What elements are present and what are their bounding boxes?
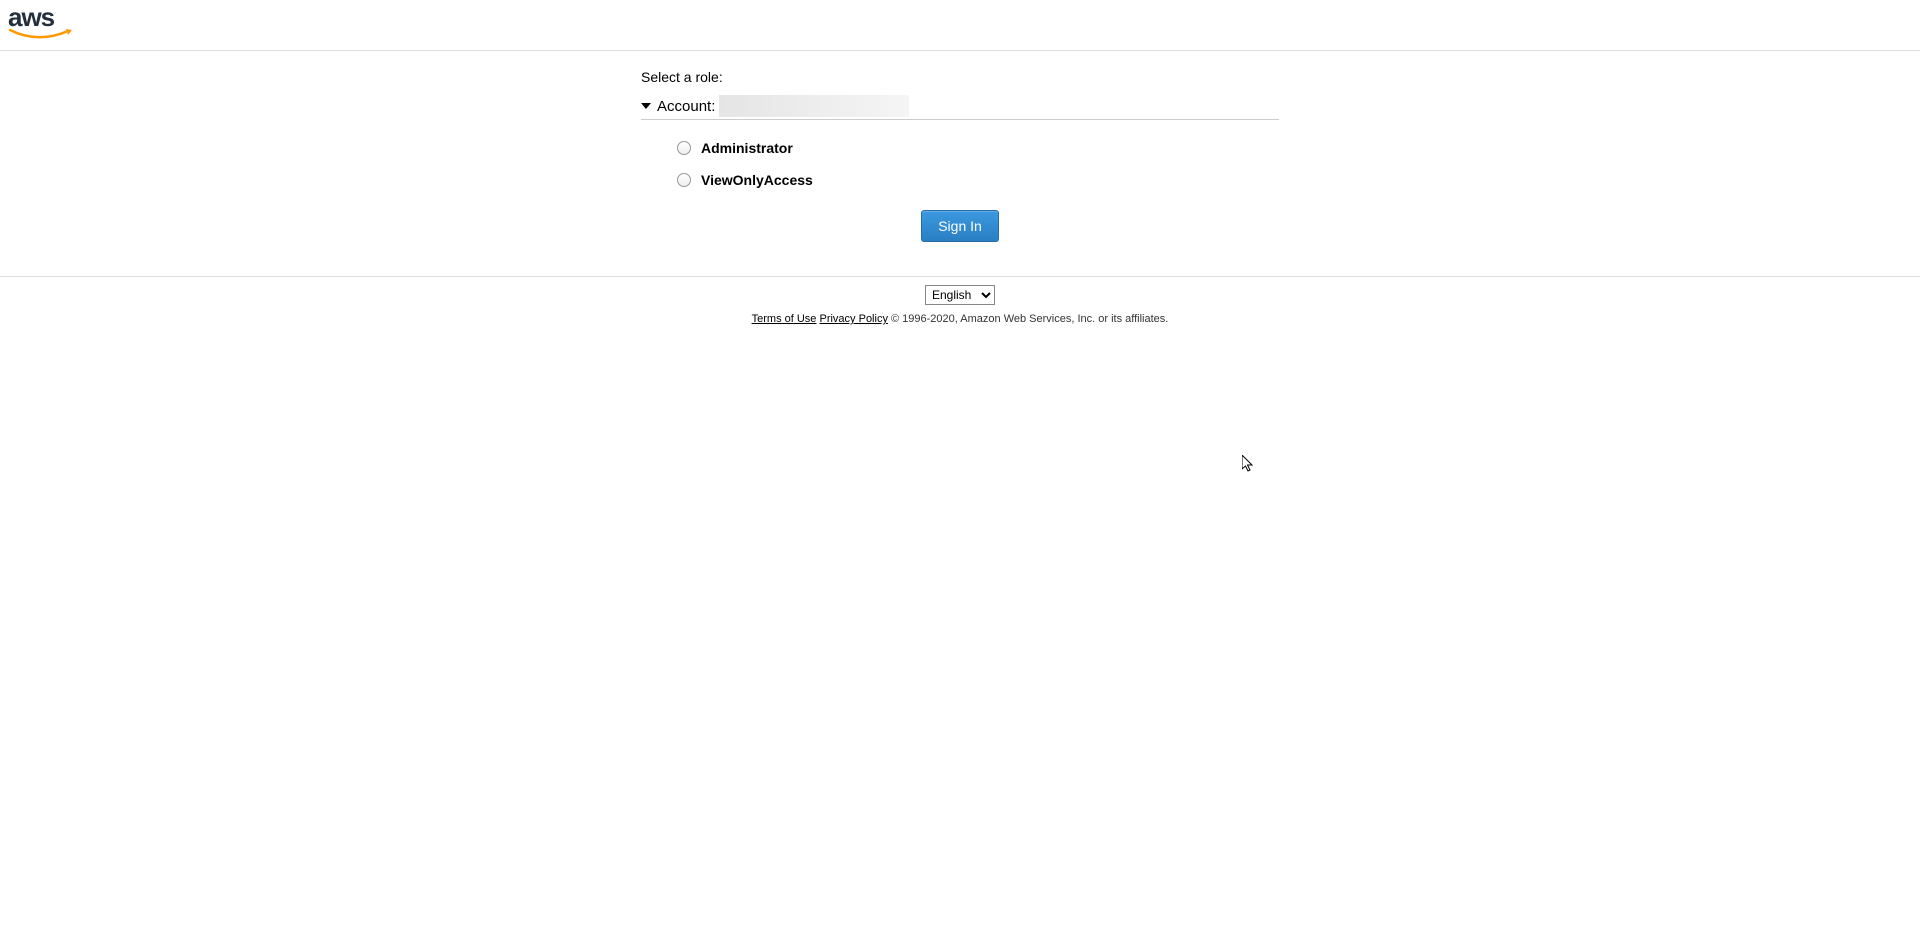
account-label: Account: xyxy=(657,98,715,115)
header: aws xyxy=(0,0,1920,51)
language-select[interactable]: English xyxy=(925,285,995,305)
account-toggle-row[interactable]: Account: xyxy=(641,95,1279,120)
footer-links: Terms of Use Privacy Policy © 1996-2020,… xyxy=(0,313,1920,325)
signin-button[interactable]: Sign In xyxy=(921,210,999,242)
caret-down-icon xyxy=(641,103,651,109)
aws-logo-text: aws xyxy=(8,2,54,32)
footer: English Terms of Use Privacy Policy © 19… xyxy=(0,277,1920,325)
role-item-administrator[interactable]: Administrator xyxy=(677,140,1279,156)
privacy-policy-link[interactable]: Privacy Policy xyxy=(819,313,887,325)
account-value-redacted xyxy=(719,95,909,117)
role-item-viewonlyaccess[interactable]: ViewOnlyAccess xyxy=(677,172,1279,188)
mouse-cursor-icon xyxy=(1242,455,1256,475)
radio-icon[interactable] xyxy=(677,141,691,155)
aws-logo: aws xyxy=(8,4,78,46)
copyright-text: © 1996-2020, Amazon Web Services, Inc. o… xyxy=(888,313,1168,325)
role-name: Administrator xyxy=(701,140,793,156)
radio-icon[interactable] xyxy=(677,173,691,187)
signin-wrap: Sign In xyxy=(641,210,1279,242)
main-content: Select a role: Account: Administrator Vi… xyxy=(641,51,1279,270)
select-role-heading: Select a role: xyxy=(641,69,1279,85)
terms-of-use-link[interactable]: Terms of Use xyxy=(752,313,817,325)
roles-list: Administrator ViewOnlyAccess xyxy=(641,126,1279,188)
role-name: ViewOnlyAccess xyxy=(701,172,813,188)
